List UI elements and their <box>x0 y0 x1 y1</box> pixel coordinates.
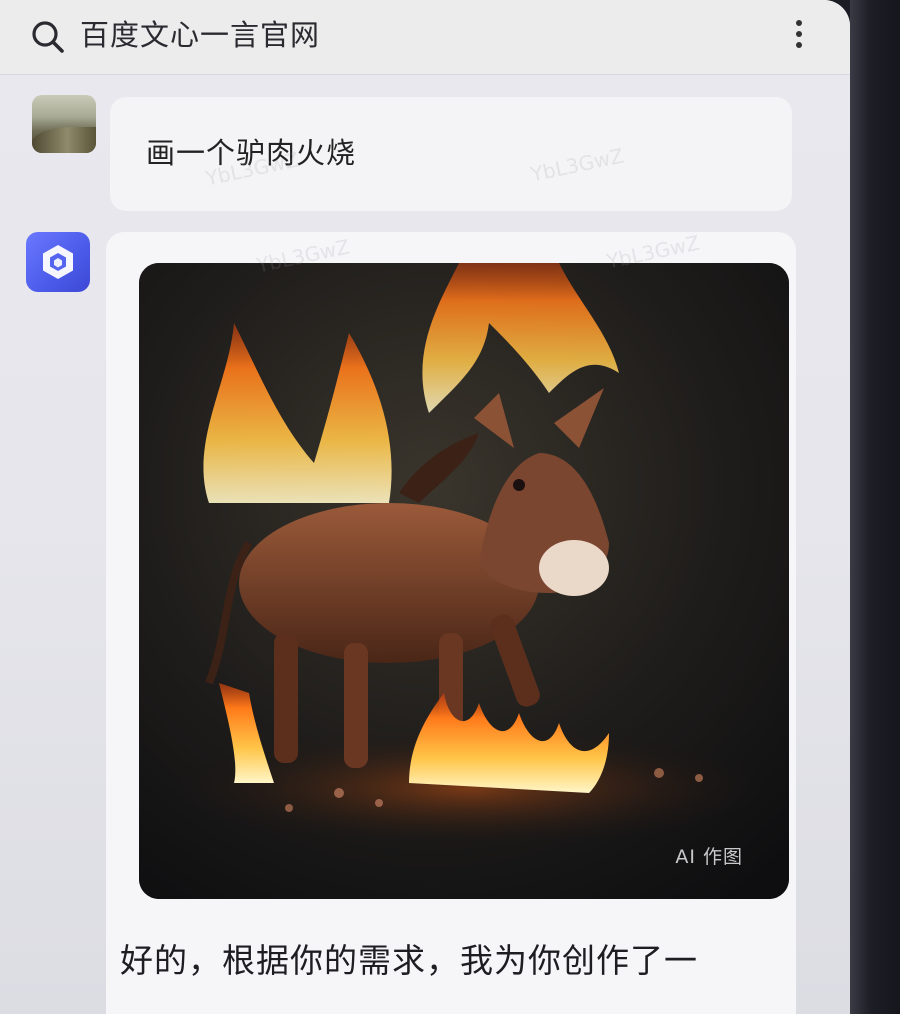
search-bar[interactable]: 百度文心一言官网 <box>0 0 850 75</box>
search-icon[interactable] <box>30 19 66 55</box>
more-vertical-icon[interactable] <box>788 16 810 56</box>
phone-bezel <box>850 0 900 1014</box>
phone-screen: 百度文心一言官网 画一个驴肉火烧 YbL3GwZ YbL3GwZ AI 作图 Y… <box>0 0 850 1014</box>
user-message-bubble: 画一个驴肉火烧 YbL3GwZ YbL3GwZ <box>110 97 792 211</box>
bot-response-text: 好的，根据你的需求，我为你创作了一 <box>120 941 698 980</box>
generated-image[interactable]: AI 作图 <box>139 263 789 899</box>
bot-message-bubble: AI 作图 YbL3GwZ YbL3GwZ 好的，根据你的需求，我为你创作了一 <box>106 230 796 1014</box>
ernie-bot-avatar[interactable] <box>26 232 90 292</box>
user-avatar[interactable] <box>32 95 96 153</box>
watermark: YbL3GwZ <box>528 143 626 187</box>
ai-generated-label: AI 作图 <box>675 846 743 868</box>
search-query[interactable]: 百度文心一言官网 <box>80 15 320 55</box>
donkey-on-fire-image <box>139 263 789 899</box>
cube-logo-icon <box>43 245 73 279</box>
